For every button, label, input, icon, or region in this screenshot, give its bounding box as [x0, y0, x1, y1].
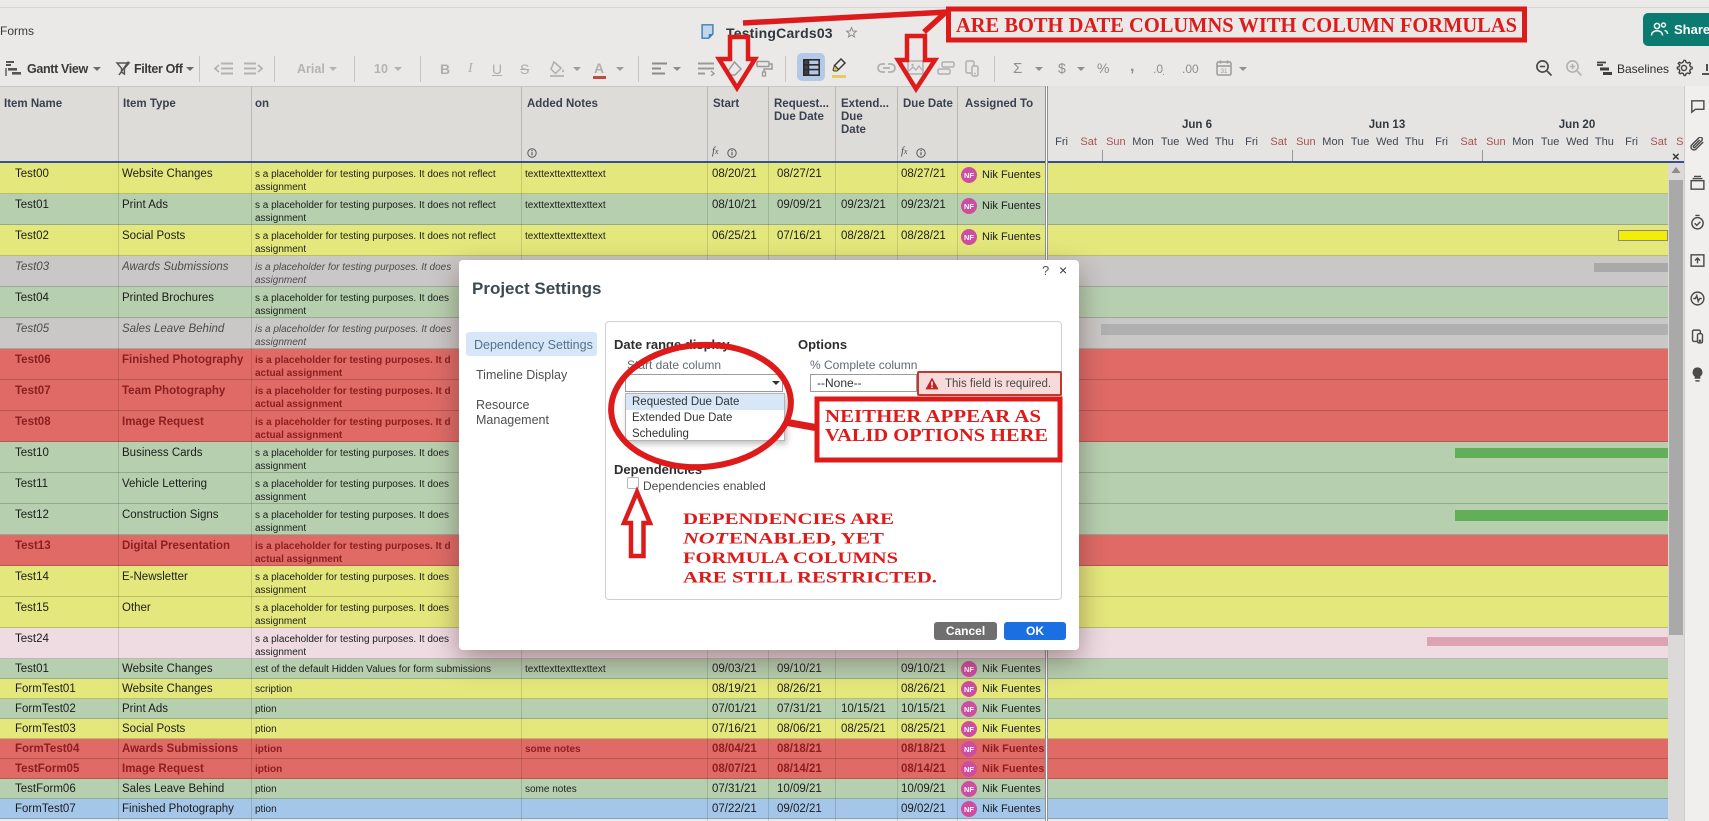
svg-text:31: 31 [1221, 69, 1228, 75]
